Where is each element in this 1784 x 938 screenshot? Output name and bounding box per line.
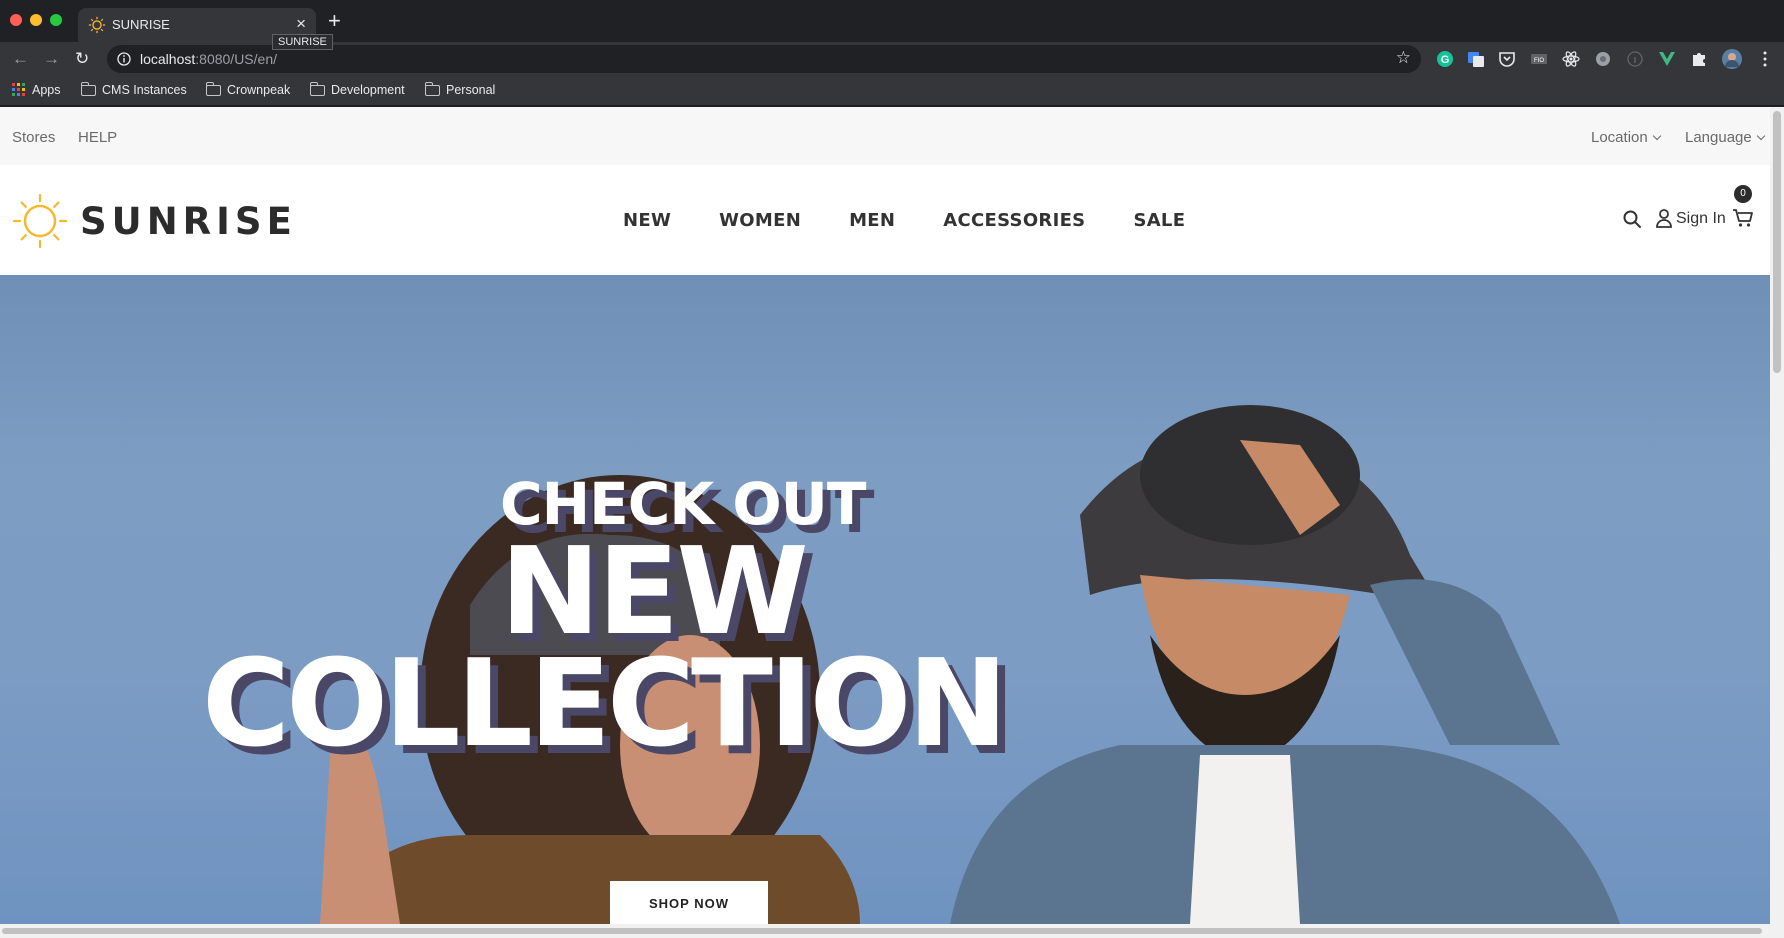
bookmarks-bar: Apps CMS Instances Crownpeak Development… <box>0 76 1784 106</box>
site-logo[interactable]: SUNRISE <box>12 193 297 249</box>
shop-now-button[interactable]: SHOP NOW <box>610 881 768 924</box>
site-header: SUNRISE NEW WOMEN MEN ACCESSORIES SALE S… <box>0 165 1770 275</box>
pocket-icon[interactable] <box>1498 50 1516 68</box>
react-devtools-icon[interactable] <box>1562 50 1580 68</box>
forward-arrow-icon[interactable]: → <box>43 48 60 70</box>
google-translate-icon[interactable] <box>1467 50 1485 68</box>
hero-photo <box>320 405 1620 924</box>
nav-men[interactable]: MEN <box>849 210 895 231</box>
tab-title: SUNRISE <box>112 17 170 32</box>
bookmark-label: Development <box>331 83 405 97</box>
sun-logo-icon <box>12 193 68 249</box>
main-navigation: NEW WOMEN MEN ACCESSORIES SALE <box>623 165 1185 275</box>
chevron-down-icon <box>1652 131 1661 141</box>
grammarly-icon[interactable]: G <box>1436 50 1454 68</box>
vue-devtools-icon[interactable] <box>1658 50 1676 68</box>
close-tab-icon[interactable]: × <box>296 14 306 34</box>
svg-text:G: G <box>1441 54 1450 66</box>
vertical-scroll-thumb[interactable] <box>1773 111 1781 373</box>
fio-icon[interactable]: FIO <box>1530 50 1548 68</box>
bookmark-star-icon[interactable]: ☆ <box>1396 48 1411 68</box>
bookmark-label: Personal <box>446 83 496 97</box>
cart-icon[interactable] <box>1732 207 1754 229</box>
tab-tooltip: SUNRISE <box>272 34 333 50</box>
hero-banner: CHECK OUT NEW COLLECTION SHOP NOW <box>0 275 1770 924</box>
info-extension-icon[interactable] <box>1626 50 1644 68</box>
close-window-button[interactable] <box>10 14 22 26</box>
minimize-window-button[interactable] <box>30 14 42 26</box>
url-host: localhost <box>140 51 196 67</box>
nav-accessories[interactable]: ACCESSORIES <box>943 210 1085 231</box>
bookmark-development[interactable]: Development <box>310 81 405 97</box>
bookmark-cms-instances[interactable]: CMS Instances <box>81 81 187 97</box>
hero-line-collection: COLLECTION <box>202 635 1008 774</box>
bookmark-label: Crownpeak <box>227 83 291 97</box>
sun-favicon-icon <box>88 16 106 34</box>
new-tab-button[interactable]: + <box>328 9 341 33</box>
location-dropdown[interactable]: Location <box>1591 129 1661 146</box>
bookmark-apps-label: Apps <box>32 83 61 97</box>
bookmark-crownpeak[interactable]: Crownpeak <box>206 81 291 97</box>
nav-new[interactable]: NEW <box>623 210 671 231</box>
kebab-menu-icon[interactable] <box>1756 50 1774 68</box>
folder-icon <box>81 81 96 96</box>
sign-in-link[interactable]: Sign In <box>1676 210 1726 228</box>
maximize-window-button[interactable] <box>50 14 62 26</box>
folder-icon <box>206 81 221 96</box>
folder-icon <box>425 81 440 96</box>
utility-bar: Stores HELP Location Language <box>0 107 1770 165</box>
url-path: :8080/US/en/ <box>195 51 277 67</box>
nav-women[interactable]: WOMEN <box>719 210 801 231</box>
info-icon[interactable] <box>117 52 131 66</box>
url-text[interactable]: localhost:8080/US/en/ <box>140 51 277 67</box>
svg-text:FIO: FIO <box>1534 58 1544 64</box>
horizontal-scroll-thumb[interactable] <box>2 928 1762 934</box>
bookmark-personal[interactable]: Personal <box>425 81 496 97</box>
browser-toolbar: ← → ↻ localhost:8080/US/en/ ☆ G FIO <box>0 42 1784 76</box>
user-icon[interactable] <box>1655 208 1673 228</box>
search-icon[interactable] <box>1622 209 1642 229</box>
profile-avatar-icon[interactable] <box>1722 49 1742 69</box>
vertical-scrollbar[interactable] <box>1770 107 1784 938</box>
stores-link[interactable]: Stores <box>12 129 55 146</box>
language-label: Language <box>1685 129 1752 146</box>
extension-gray-icon[interactable] <box>1594 50 1612 68</box>
logo-text: SUNRISE <box>80 199 297 243</box>
apps-grid-icon <box>12 83 25 96</box>
browser-titlebar: SUNRISE × + SUNRISE <box>0 0 1784 50</box>
folder-icon <box>310 81 325 96</box>
horizontal-scrollbar[interactable] <box>0 924 1770 938</box>
puzzle-icon[interactable] <box>1690 50 1708 68</box>
bookmark-label: CMS Instances <box>102 83 187 97</box>
nav-sale[interactable]: SALE <box>1133 210 1185 231</box>
language-dropdown[interactable]: Language <box>1685 129 1765 146</box>
location-label: Location <box>1591 129 1648 146</box>
chevron-down-icon <box>1756 131 1765 141</box>
help-link[interactable]: HELP <box>78 129 117 146</box>
reload-icon[interactable]: ↻ <box>75 48 89 70</box>
page-viewport: Stores HELP Location Language SUNRISE NE… <box>0 107 1784 938</box>
back-arrow-icon[interactable]: ← <box>12 48 29 70</box>
cart-count-badge: 0 <box>1734 185 1752 203</box>
bookmark-apps[interactable]: Apps <box>12 83 61 97</box>
